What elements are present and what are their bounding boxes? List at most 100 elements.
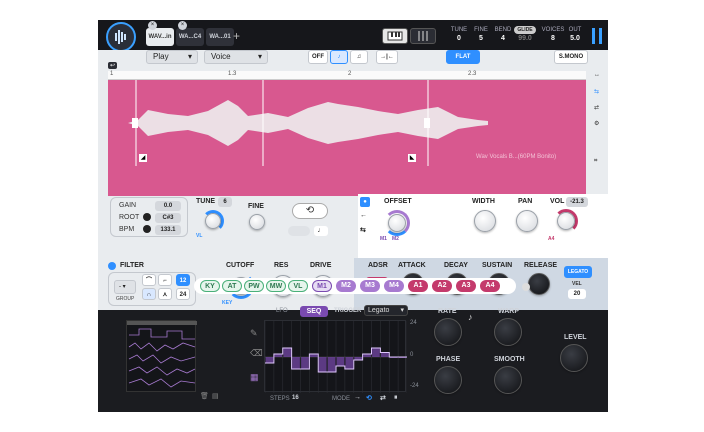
add-tab-button[interactable]: + [233,29,240,43]
play-mode-select[interactable]: Play ▾ [146,50,198,64]
mod-tab-m3[interactable]: M3 [360,280,380,292]
bpm-detect-icon[interactable] [143,225,151,233]
bpm-value[interactable]: 133.1 [155,225,181,235]
slope-24-button[interactable]: 24 [176,288,190,300]
expand-icon[interactable]: ↔ [594,72,600,78]
mode-pause-icon[interactable]: ⏸ [394,394,398,402]
loop-icon[interactable]: ⇆ [594,88,599,95]
slope-12-button[interactable]: 12 [176,274,190,286]
waveform-display[interactable]: ◢ ◣ Wav Vocals B...(60PM Bonito) [108,80,586,196]
mod-tab-a1[interactable]: A1 [408,280,428,292]
out-header-value[interactable]: 5.0 [564,35,586,42]
mod-tab-mw[interactable]: MW [266,280,286,292]
sequencer-step[interactable] [372,348,380,357]
eraser-icon[interactable]: ⌫ [250,348,263,359]
music-note-icon[interactable]: ♪ [468,312,473,322]
mic-icon[interactable]: ● [360,197,370,207]
seq-tab[interactable]: SEQ [300,306,328,317]
flat-button[interactable]: FLAT [446,50,480,64]
root-value[interactable]: C#3 [155,213,181,223]
tune-knob[interactable] [205,213,221,229]
lfo-tab[interactable]: LFO [276,308,288,314]
glide-toggle[interactable]: GLIDE [514,26,536,34]
note-option-button[interactable]: ♩ [314,226,328,236]
sequencer-step[interactable] [265,357,274,363]
timeline-ruler[interactable]: 1 1.3 2 2.3 [108,71,586,80]
release-knob[interactable] [528,273,550,295]
mod-tab-m2[interactable]: M2 [336,280,356,292]
vol-knob[interactable] [557,212,575,230]
pencil-icon[interactable]: ✎ [250,328,258,339]
root-detect-icon[interactable] [143,213,151,221]
sequencer-step[interactable] [301,357,309,369]
mod-tab-pw[interactable]: PW [244,280,264,292]
mod-settings-icon[interactable] [522,283,530,291]
mode-forward-icon[interactable]: → [354,394,361,401]
mod-tab-a4[interactable]: A4 [480,280,500,292]
group-select[interactable]: - ▾ [114,280,136,294]
bandpass-button[interactable]: ∩ [142,288,156,300]
vel-value[interactable]: 20 [568,289,586,299]
gain-value[interactable]: 0.0 [155,201,181,211]
close-tab-icon[interactable]: × [148,21,157,30]
menu-bars-icon[interactable] [592,28,602,44]
filter-power-icon[interactable] [108,262,116,270]
snap-toggle[interactable]: ↩ [108,62,118,69]
close-tab-icon[interactable]: × [178,21,187,30]
mod-tab-m4[interactable]: M4 [384,280,404,292]
warp-knob[interactable] [494,318,522,346]
voice-mode-select[interactable]: Voice ▾ [204,50,268,64]
mod-tab-a3[interactable]: A3 [456,280,476,292]
highpass-button[interactable]: ⌐ [158,274,172,286]
lowpass-button[interactable]: ⌒ [142,274,156,286]
loop-off-button[interactable]: OFF [308,50,328,64]
notch-button[interactable]: ⋏ [158,288,172,300]
tune-value[interactable]: 6 [218,197,232,207]
sequencer-step[interactable] [327,357,336,372]
mod-tab-at[interactable]: AT [222,280,242,292]
sequencer-step[interactable] [283,348,292,357]
smono-button[interactable]: S.MONO [554,50,588,64]
width-knob[interactable] [474,210,496,232]
step-sequencer-grid[interactable] [264,320,407,393]
mod-tab-vl[interactable]: VL [288,280,308,292]
offset-knob[interactable] [388,214,406,232]
settings-icon[interactable]: ⚙ [594,120,599,127]
reverse-button[interactable]: →|← [376,50,398,64]
chord-mode-button[interactable]: ♫ [350,50,368,64]
legato-button[interactable]: LEGATO [564,266,592,278]
sequencer-step[interactable] [318,357,327,372]
grid-icon[interactable]: ▦ [250,372,259,383]
mode-pingpong-icon[interactable]: ⇄ [380,394,386,402]
tune-header-value[interactable]: 0 [448,35,470,42]
fine-knob[interactable] [249,214,265,230]
trigger-select[interactable]: Legato ▾ [364,305,408,316]
sample-tab-3[interactable]: WA...01 [206,28,234,46]
mod-tab-a2[interactable]: A2 [432,280,452,292]
note-mode-button[interactable]: ♪ [330,50,348,64]
vol-value[interactable]: -21.3 [566,197,588,207]
sequencer-step[interactable] [380,352,389,358]
mixer-view-button[interactable] [410,28,436,44]
fine-header-value[interactable]: 5 [470,35,492,42]
rate-knob[interactable] [434,318,462,346]
glide-value[interactable]: 99.0 [514,35,536,42]
start-marker-handle[interactable]: ◢ [139,154,147,162]
keyboard-view-button[interactable] [382,28,408,44]
mod-tab-ky[interactable]: KY [200,280,220,292]
sample-tab-1[interactable]: WAV...in [146,28,174,46]
sample-tab-2[interactable]: WA...C4 [176,28,204,46]
phase-knob[interactable] [434,366,462,394]
save-icon[interactable]: ▤ [212,392,219,400]
swap-icon[interactable]: ⇄ [594,104,599,111]
mode-loop-icon[interactable]: ⟲ [366,394,372,402]
lfo-preview[interactable] [126,320,197,392]
trash-icon[interactable]: 🗑 [200,392,209,400]
arrow-left-icon[interactable]: ← [360,212,367,219]
crop-icon[interactable]: ⌗ [594,158,597,165]
level-knob[interactable] [560,344,588,372]
voices-header-value[interactable]: 8 [542,35,564,42]
steps-value[interactable]: 16 [292,395,299,401]
pan-knob[interactable] [516,210,538,232]
sequencer-step[interactable] [336,357,345,366]
